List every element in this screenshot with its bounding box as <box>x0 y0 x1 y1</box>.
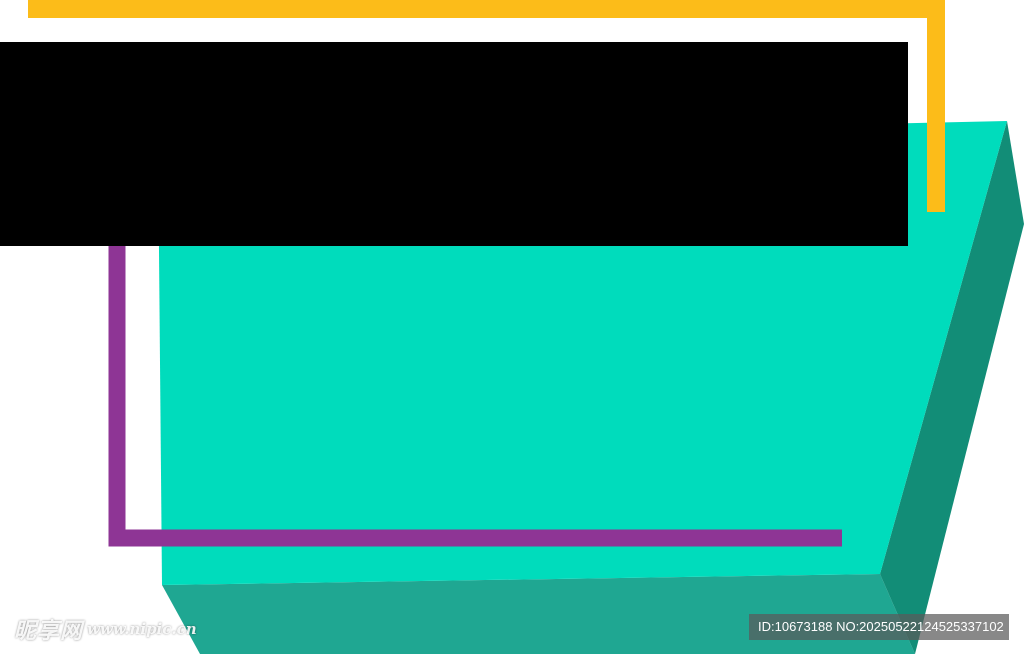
watermark-id-text: ID:10673188 NO:20250522124525337102 <box>758 619 1004 634</box>
watermark-logo: 昵享网 www.nipic.cn <box>14 616 214 644</box>
canvas: 昵享网 www.nipic.cn ID:10673188 NO:20250522… <box>0 0 1024 654</box>
watermark-logo-text: 昵享网 <box>14 618 84 644</box>
black-title-bar <box>0 42 908 246</box>
watermark-id-bar: ID:10673188 NO:20250522124525337102 <box>749 614 1009 640</box>
watermark-site-text: www.nipic.cn <box>87 620 197 638</box>
decorative-box-graphic <box>0 0 1024 654</box>
